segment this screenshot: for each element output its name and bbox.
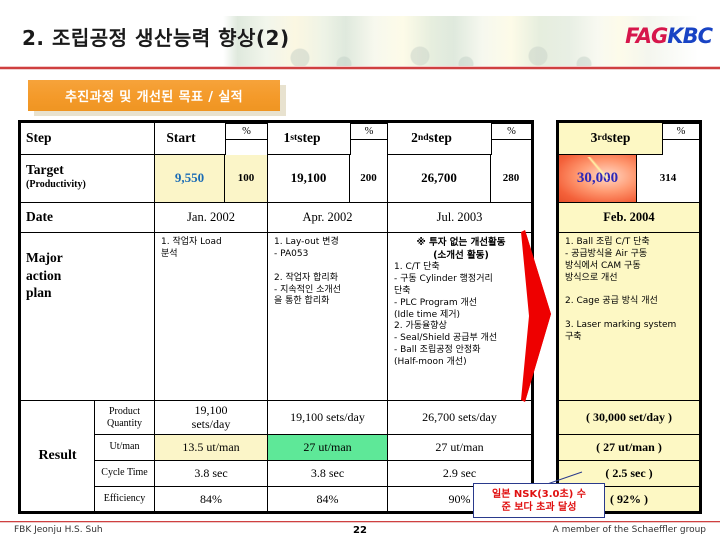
- plan-1st: 1. Lay-out 변경 - PA053 2. 작업자 합리화 - 지속적인 …: [268, 233, 388, 401]
- target-percent-1st: 200: [350, 155, 388, 203]
- header-2nd-step-rest: step: [428, 130, 452, 146]
- date-1st: Apr. 2002: [268, 203, 388, 233]
- plan-2nd-text: 1. C/T 단축 - 구동 Cylinder 행정거리 단축 - PLC Pr…: [394, 262, 498, 368]
- third-step-table: 3rd step % 30,000 314 Feb. 2004 1. Ball …: [556, 120, 702, 514]
- header-3rd-step-rest: step: [607, 130, 631, 146]
- header-percent-1st-filler: [350, 140, 388, 155]
- header-percent-start: %: [225, 123, 268, 140]
- row-label-target-main: Target: [26, 162, 64, 177]
- header-2nd-step: 2nd step: [388, 123, 491, 155]
- target-percent-start: 100: [225, 155, 268, 203]
- target-value-1st: 19,100: [268, 155, 350, 203]
- callout-annotation: 일본 NSK(3.0초) 수 준 보다 초과 달성: [473, 483, 605, 518]
- logo-kbc-text: KBC: [667, 24, 713, 48]
- plan-2nd: ※ 투자 없는 개선활동 (소개선 활동) 1. C/T 단축 - 구동 Cyl…: [388, 233, 531, 401]
- result-efficiency-start: 84%: [155, 487, 268, 511]
- result-product-quantity-3rd: ( 30,000 set/day ): [559, 401, 699, 435]
- result-label-cycle-time: Cycle Time: [95, 461, 155, 487]
- row-label-date: Date: [21, 203, 155, 233]
- result-product-quantity-start: 19,100 sets/day: [155, 401, 268, 435]
- header-3rd-step-num: 3: [590, 130, 598, 146]
- header-2nd-step-sup: nd: [417, 132, 429, 144]
- result-cycle-time-1st: 3.8 sec: [268, 461, 388, 487]
- target-value-2nd: 26,700: [388, 155, 491, 203]
- result-ut-man-3rd: ( 27 ut/man ): [559, 435, 699, 461]
- header-3rd-step: 3rd step: [559, 123, 662, 155]
- plan-2nd-heading: ※ 투자 없는 개선활동 (소개선 활동): [416, 237, 506, 261]
- result-label-ut-man: Ut/man: [95, 435, 155, 461]
- header-1st-step-sup: st: [290, 132, 298, 144]
- logo-fag-text: FAG: [625, 24, 668, 48]
- result-label-product-quantity: Product Quantity: [95, 401, 155, 435]
- header-percent-3rd-filler: [662, 140, 699, 155]
- header-percent-2nd: %: [491, 123, 531, 140]
- plan-1st-text: 1. Lay-out 변경 - PA053 2. 작업자 합리화 - 지속적인 …: [274, 237, 341, 307]
- result-label-product-quantity-text: Product Quantity: [107, 405, 142, 429]
- target-value-start: 9,550: [155, 155, 225, 203]
- target-value-3rd: 30,000: [559, 155, 637, 203]
- header-percent-start-filler: [225, 140, 268, 155]
- result-ut-man-start: 13.5 ut/man: [155, 435, 268, 461]
- result-ut-man-1st: 27 ut/man: [268, 435, 388, 461]
- header-1st-step: 1st step: [268, 123, 350, 155]
- result-product-quantity-start-text: 19,100 sets/day: [191, 402, 231, 431]
- target-percent-3rd: 314: [637, 155, 699, 203]
- footer-divider-rule: [0, 521, 720, 523]
- row-label-target: Target (Productivity): [21, 155, 155, 203]
- plan-start-text: 1. 작업자 Load 분석: [161, 237, 222, 259]
- target-percent-2nd: 280: [491, 155, 531, 203]
- target-3rd-highlight-streak: [585, 157, 611, 179]
- footer-group-note: A member of the Schaeffler group: [552, 525, 706, 535]
- slide-title: 2. 조립공정 생산능력 향상(2): [22, 26, 290, 50]
- header-start: Start: [155, 123, 225, 155]
- header-1st-step-rest: step: [297, 130, 321, 146]
- result-cycle-time-start: 3.8 sec: [155, 461, 268, 487]
- row-label-result: Result: [21, 401, 95, 511]
- callout-annotation-text: 일본 NSK(3.0초) 수 준 보다 초과 달성: [492, 488, 586, 513]
- result-product-quantity-2nd: 26,700 sets/day: [388, 401, 531, 435]
- main-comparison-table: Step Start % 1st step % 2nd step % Targe…: [18, 120, 534, 514]
- result-efficiency-1st: 84%: [268, 487, 388, 511]
- header-1st-step-num: 1: [283, 130, 291, 146]
- row-label-major-action-plan: Major action plan: [21, 233, 155, 401]
- header-percent-1st: %: [350, 123, 388, 140]
- date-3rd: Feb. 2004: [559, 203, 699, 233]
- plan-3rd: 1. Ball 조립 C/T 단축 - 공급방식을 Air 구동 방식에서 CA…: [559, 233, 699, 401]
- plan-3rd-text: 1. Ball 조립 C/T 단축 - 공급방식을 Air 구동 방식에서 CA…: [565, 237, 677, 342]
- date-2nd: Jul. 2003: [388, 203, 531, 233]
- plan-start: 1. 작업자 Load 분석: [155, 233, 268, 401]
- header-divider-rule: [0, 66, 720, 70]
- result-label-efficiency: Efficiency: [95, 487, 155, 511]
- row-label-target-sub: (Productivity): [26, 178, 86, 190]
- progress-arrow-icon: [521, 230, 551, 402]
- header-step: Step: [21, 123, 155, 155]
- fag-kbc-logo: FAGKBC: [625, 24, 713, 48]
- header-percent-3rd: %: [662, 123, 699, 140]
- row-label-major-action-plan-text: Major action plan: [26, 250, 63, 301]
- result-product-quantity-1st: 19,100 sets/day: [268, 401, 388, 435]
- header-percent-2nd-filler: [491, 140, 531, 155]
- section-banner: 추진과정 및 개선된 목표 / 실적: [28, 80, 280, 111]
- header-3rd-step-sup: rd: [597, 132, 608, 144]
- result-ut-man-2nd: 27 ut/man: [388, 435, 531, 461]
- date-start: Jan. 2002: [155, 203, 268, 233]
- header-2nd-step-num: 2: [411, 130, 418, 146]
